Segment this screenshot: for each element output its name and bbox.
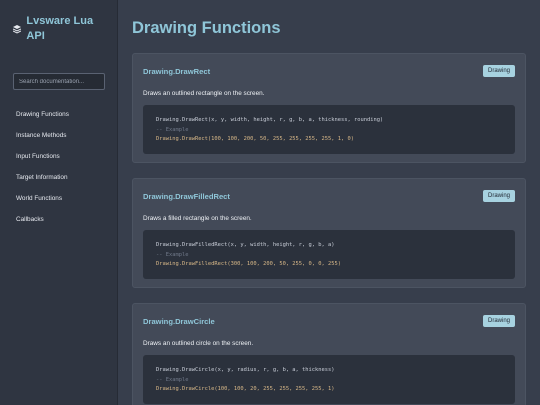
- sidebar-item-instance-methods[interactable]: Instance Methods: [0, 125, 117, 146]
- app-title: Lvsware Lua API: [26, 15, 94, 42]
- category-badge: Drawing: [482, 65, 515, 77]
- function-card: Drawing.DrawCircle Drawing Draws an outl…: [132, 303, 526, 405]
- function-title: Drawing.DrawFilledRect: [143, 191, 230, 201]
- app: Lvsware Lua API Drawing Functions Instan…: [0, 0, 540, 405]
- sidebar-item-world-functions[interactable]: World Functions: [0, 188, 117, 209]
- card-header: Drawing.DrawFilledRect Drawing: [143, 189, 515, 203]
- code-comment: -- Example: [156, 126, 189, 133]
- sidebar-nav: Drawing Functions Instance Methods Input…: [0, 104, 117, 230]
- category-badge: Drawing: [482, 315, 515, 327]
- code-comment: -- Example: [156, 376, 189, 383]
- function-description: Draws an outlined rectangle on the scree…: [143, 90, 265, 97]
- layers-icon: [12, 21, 22, 39]
- search-input[interactable]: [13, 73, 105, 90]
- code-example: Drawing.DrawFilledRect(300, 100, 200, 50…: [156, 261, 341, 267]
- function-card: Drawing.DrawFilledRect Drawing Draws a f…: [132, 178, 526, 288]
- brand: Lvsware Lua API: [0, 0, 117, 60]
- sidebar-item-target-information[interactable]: Target Information: [0, 167, 117, 188]
- sidebar: Lvsware Lua API Drawing Functions Instan…: [0, 0, 118, 405]
- card-header: Drawing.DrawRect Drawing: [143, 64, 515, 78]
- sidebar-item-input-functions[interactable]: Input Functions: [0, 146, 117, 167]
- code-example: Drawing.DrawRect(100, 100, 200, 50, 255,…: [156, 136, 354, 142]
- category-badge: Drawing: [482, 190, 515, 202]
- code-example: Drawing.DrawCircle(100, 100, 20, 255, 25…: [156, 386, 335, 392]
- sidebar-item-drawing-functions[interactable]: Drawing Functions: [0, 104, 117, 125]
- code-signature: Drawing.DrawCircle(x, y, radius, r, g, b…: [156, 367, 335, 373]
- code-block: Drawing.DrawRect(x, y, width, height, r,…: [143, 105, 515, 154]
- code-signature: Drawing.DrawFilledRect(x, y, width, heig…: [156, 242, 335, 248]
- function-card: Drawing.DrawRect Drawing Draws an outlin…: [132, 53, 526, 163]
- function-description: Draws a filled rectangle on the screen.: [143, 215, 252, 222]
- function-description: Draws an outlined circle on the screen.: [143, 340, 254, 347]
- code-block: Drawing.DrawFilledRect(x, y, width, heig…: [143, 230, 515, 279]
- code-signature: Drawing.DrawRect(x, y, width, height, r,…: [156, 117, 384, 123]
- sidebar-item-callbacks[interactable]: Callbacks: [0, 209, 117, 230]
- function-title: Drawing.DrawCircle: [143, 316, 215, 326]
- page-title: Drawing Functions: [132, 19, 281, 37]
- card-header: Drawing.DrawCircle Drawing: [143, 314, 515, 328]
- code-comment: -- Example: [156, 251, 189, 258]
- function-title: Drawing.DrawRect: [143, 66, 211, 76]
- code-block: Drawing.DrawCircle(x, y, radius, r, g, b…: [143, 355, 515, 404]
- main-content: Drawing Functions Drawing.DrawRect Drawi…: [118, 0, 540, 405]
